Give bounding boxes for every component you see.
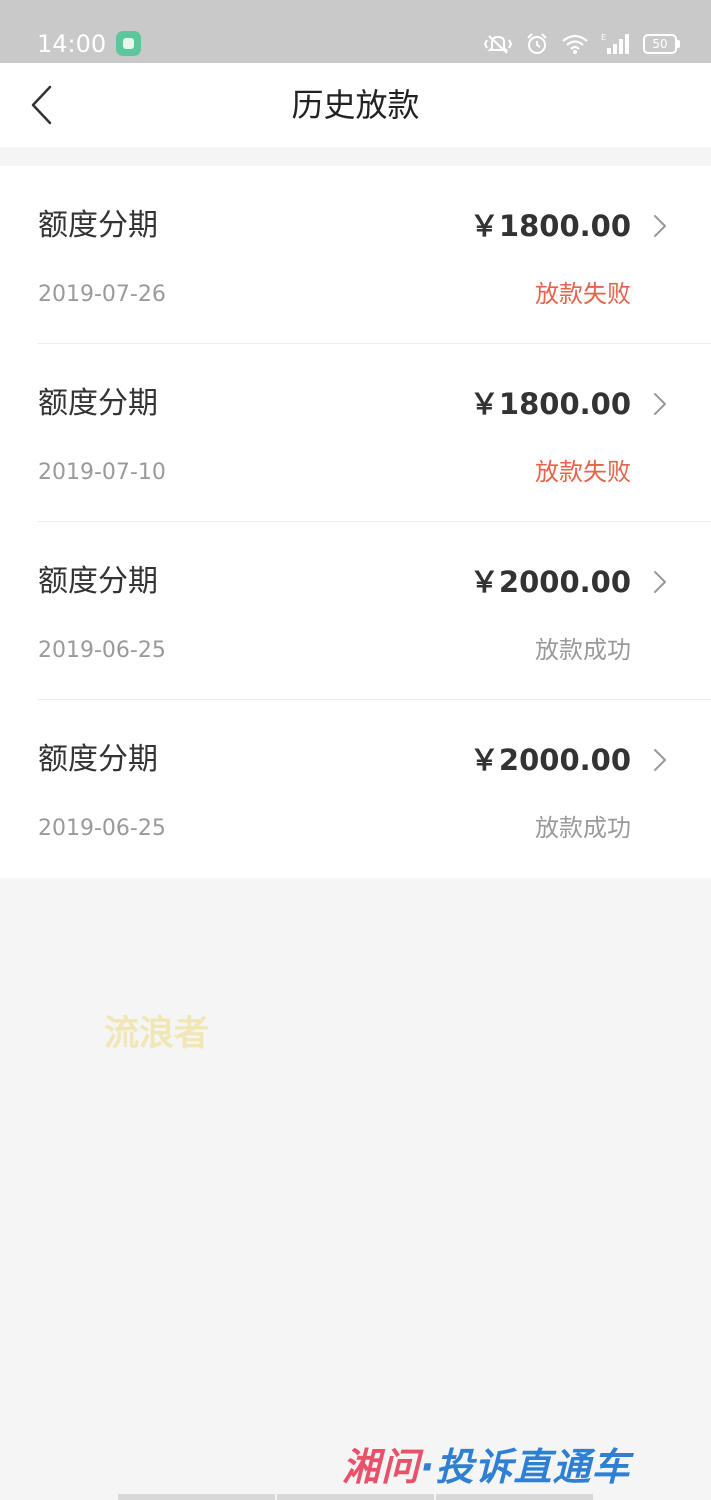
- record-date: 2019-07-10: [38, 460, 166, 485]
- nav-bar: 历史放款: [0, 63, 711, 147]
- loan-record-list: 额度分期 ￥1800.00 2019-07-26 放款失败 额度分期 ￥1800…: [0, 166, 711, 878]
- record-date: 2019-06-25: [38, 638, 166, 663]
- site-watermark-part-b: ·投诉直通车: [420, 1445, 631, 1489]
- page-title: 历史放款: [291, 86, 420, 124]
- record-title: 额度分期: [38, 386, 158, 421]
- alarm-icon: [527, 33, 547, 54]
- status-icons: E 50: [483, 30, 680, 58]
- loan-record-item[interactable]: 额度分期 ￥2000.00 2019-06-25 放款成功: [0, 522, 711, 700]
- app-notification-icon: [116, 31, 141, 56]
- battery-icon: 50: [643, 34, 680, 54]
- chevron-right-icon: [654, 749, 666, 771]
- signal-icon: E: [601, 33, 629, 54]
- user-watermark: 流浪者: [104, 1014, 210, 1054]
- record-date: 2019-06-25: [38, 816, 166, 841]
- chevron-right-icon: [654, 393, 666, 415]
- record-amount: ￥1800.00: [469, 209, 631, 243]
- svg-text:E: E: [601, 33, 606, 42]
- bottom-bar-segment: [436, 1494, 593, 1500]
- record-status: 放款成功: [535, 814, 631, 842]
- wifi-icon: [562, 34, 588, 54]
- status-bar: 14:00 E 50: [0, 0, 711, 63]
- bottom-bar-segment: [118, 1494, 275, 1500]
- chevron-right-icon: [654, 215, 666, 237]
- loan-record-item[interactable]: 额度分期 ￥2000.00 2019-06-25 放款成功: [0, 700, 711, 878]
- record-amount: ￥2000.00: [469, 743, 631, 777]
- loan-record-item[interactable]: 额度分期 ￥1800.00 2019-07-26 放款失败: [0, 166, 711, 344]
- record-title: 额度分期: [38, 564, 158, 599]
- bottom-bar-segment: [277, 1494, 434, 1500]
- site-watermark-part-a: 湘问: [342, 1445, 421, 1489]
- record-date: 2019-07-26: [38, 282, 166, 307]
- record-title: 额度分期: [38, 208, 158, 243]
- site-watermark: 湘问·投诉直通车: [342, 1444, 630, 1490]
- bottom-bar-hint: [118, 1494, 593, 1500]
- status-time: 14:00: [37, 30, 107, 58]
- loan-record-item[interactable]: 额度分期 ￥1800.00 2019-07-10 放款失败: [0, 344, 711, 522]
- record-status: 放款成功: [535, 636, 631, 664]
- record-amount: ￥2000.00: [469, 565, 631, 599]
- record-status: 放款失败: [535, 280, 631, 308]
- vibrate-mute-icon: [483, 35, 513, 54]
- record-title: 额度分期: [38, 742, 158, 777]
- record-status: 放款失败: [535, 458, 631, 486]
- chevron-right-icon: [654, 571, 666, 593]
- record-amount: ￥1800.00: [469, 387, 631, 421]
